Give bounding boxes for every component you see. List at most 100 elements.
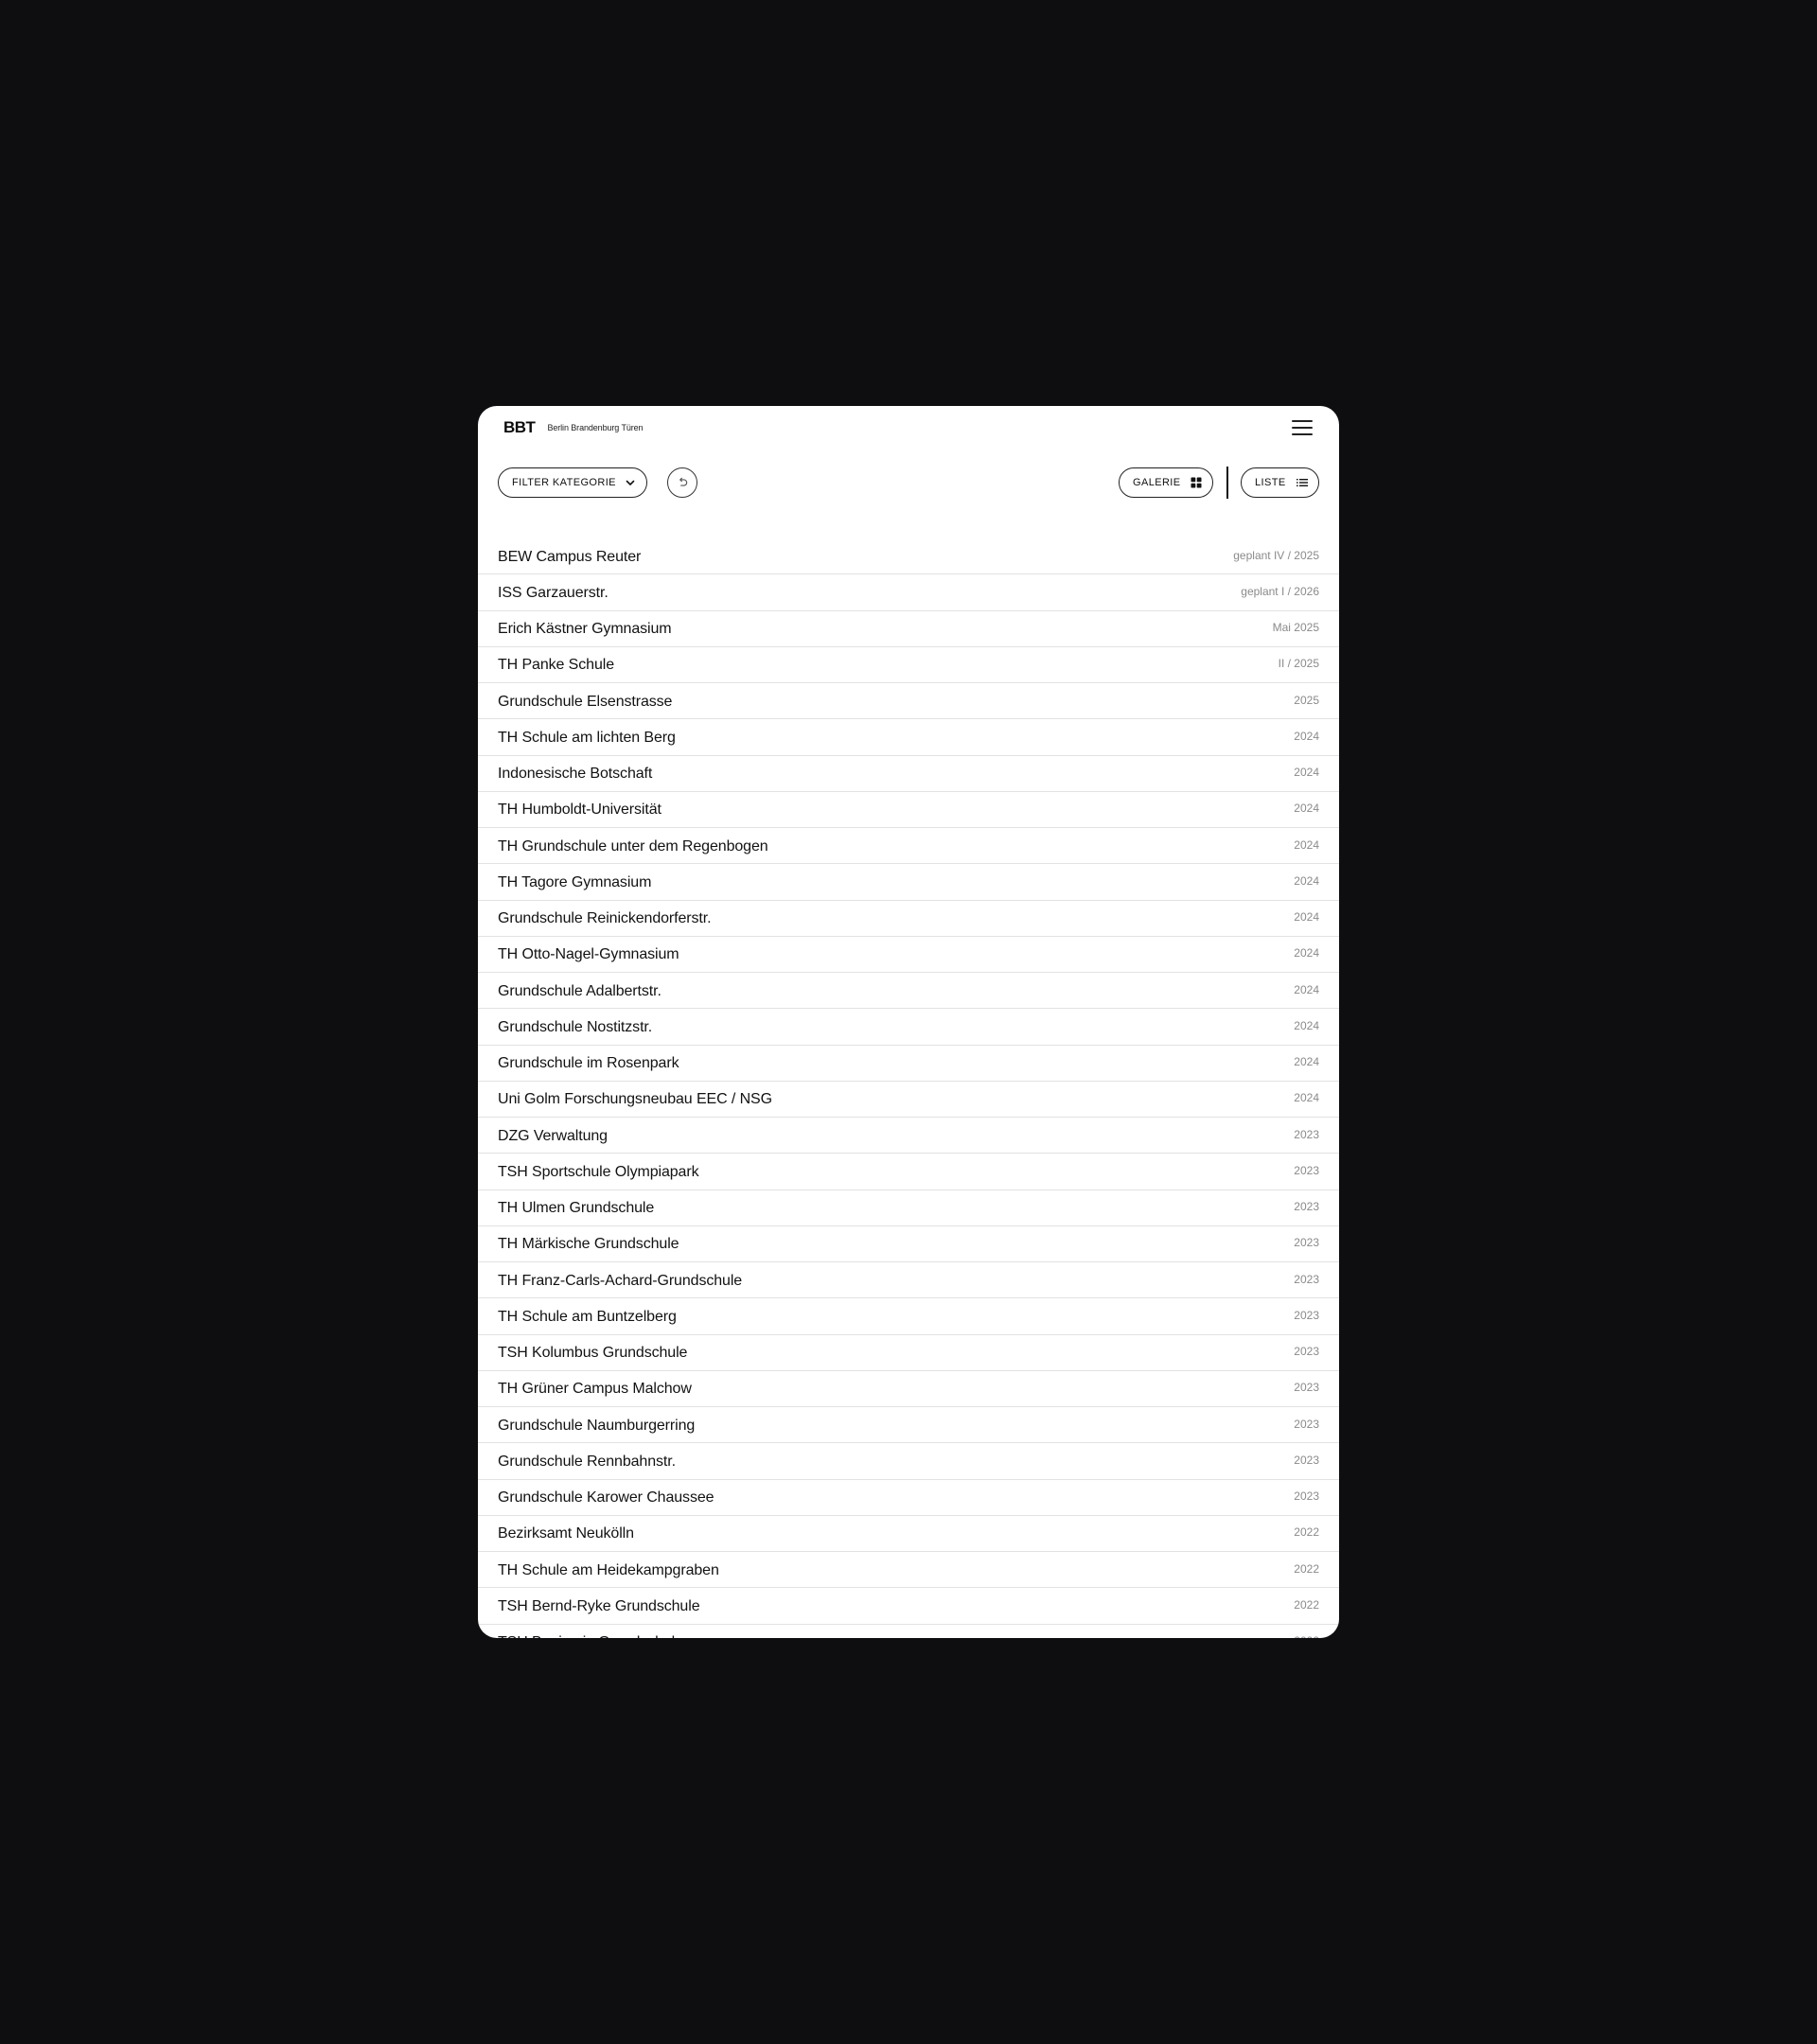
project-date: 2023 xyxy=(1294,1272,1319,1286)
project-row[interactable]: Grundschule Elsenstrasse 2025 xyxy=(478,683,1339,720)
project-row[interactable]: Erich Kästner Gymnasium Mai 2025 xyxy=(478,611,1339,647)
project-title: BEW Campus Reuter xyxy=(498,548,642,565)
project-date: 2024 xyxy=(1294,873,1319,888)
project-row[interactable]: Bezirksamt Neukölln 2022 xyxy=(478,1516,1339,1552)
project-title: TH Panke Schule xyxy=(498,657,615,674)
project-date: 2024 xyxy=(1294,1091,1319,1105)
project-date: 2024 xyxy=(1294,802,1319,816)
project-row[interactable]: Grundschule Nostitzstr. 2024 xyxy=(478,1009,1339,1046)
galerie-view-button[interactable]: GALERIE xyxy=(1119,467,1213,498)
project-row[interactable]: Grundschule Naumburgerring 2023 xyxy=(478,1407,1339,1444)
project-title: TSH Kolumbus Grundschule xyxy=(498,1345,688,1362)
project-row[interactable]: BEW Campus Reuter geplant IV / 2025 xyxy=(478,538,1339,575)
project-date: 2023 xyxy=(1294,1417,1319,1431)
project-title: TH Grundschule unter dem Regenbogen xyxy=(498,837,768,855)
project-row[interactable]: Uni Golm Forschungsneubau EEC / NSG 2024 xyxy=(478,1082,1339,1118)
project-row[interactable]: TH Franz-Carls-Achard-Grundschule 2023 xyxy=(478,1262,1339,1299)
project-row[interactable]: Grundschule Karower Chaussee 2023 xyxy=(478,1480,1339,1516)
project-title: ISS Garzauerstr. xyxy=(498,584,609,601)
project-title: Uni Golm Forschungsneubau EEC / NSG xyxy=(498,1091,772,1108)
project-date: 2022 xyxy=(1294,1525,1319,1540)
project-date: 2023 xyxy=(1294,1200,1319,1214)
project-row[interactable]: TH Schule am lichten Berg 2024 xyxy=(478,719,1339,756)
project-date: 2024 xyxy=(1294,729,1319,743)
project-row[interactable]: TH Schule am Buntzelberg 2023 xyxy=(478,1298,1339,1335)
project-title: TH Schule am lichten Berg xyxy=(498,729,676,746)
project-title: TH Franz-Carls-Achard-Grundschule xyxy=(498,1272,743,1289)
project-title: TH Grüner Campus Malchow xyxy=(498,1381,692,1398)
project-date: 2023 xyxy=(1294,1127,1319,1141)
project-date: 2023 xyxy=(1294,1381,1319,1395)
menu-line xyxy=(1292,420,1313,422)
project-row[interactable]: Grundschule Adalbertstr. 2024 xyxy=(478,973,1339,1010)
project-row[interactable]: TH Ulmen Grundschule 2023 xyxy=(478,1190,1339,1226)
project-row[interactable]: Grundschule im Rosenpark 2024 xyxy=(478,1046,1339,1082)
project-date: 2024 xyxy=(1294,1055,1319,1069)
project-title: Grundschule Adalbertstr. xyxy=(498,982,662,999)
project-title: TH Ulmen Grundschule xyxy=(498,1200,655,1217)
project-row[interactable]: TSH Sportschule Olympiapark 2023 xyxy=(478,1154,1339,1190)
project-date: 2023 xyxy=(1294,1308,1319,1322)
undo-icon xyxy=(679,477,687,486)
hamburger-icon[interactable] xyxy=(1292,417,1313,438)
project-title: TSH Bernd-Ryke Grundschule xyxy=(498,1597,700,1614)
project-date: 2023 xyxy=(1294,1453,1319,1467)
project-row[interactable]: TH Humboldt-Universität 2024 xyxy=(478,792,1339,828)
project-list: BEW Campus Reuter geplant IV / 2025 ISS Ga… xyxy=(478,538,1339,1638)
project-row[interactable]: Grundschule Reinickendorferstr. 2024 xyxy=(478,901,1339,937)
project-title: TSH Sportschule Olympiapark xyxy=(498,1163,699,1180)
project-title: Grundschule im Rosenpark xyxy=(498,1055,679,1072)
project-title: TSH Benjamin Grundschule xyxy=(498,1634,683,1638)
logo[interactable]: BBT xyxy=(503,418,536,437)
project-row[interactable]: Indonesische Botschaft 2024 xyxy=(478,756,1339,792)
liste-view-button[interactable]: LISTE xyxy=(1241,467,1319,498)
project-date: 2023 xyxy=(1294,1236,1319,1250)
project-row[interactable]: TSH Bernd-Ryke Grundschule 2022 xyxy=(478,1588,1339,1625)
filter-category-label: FILTER KATEGORIE xyxy=(512,477,616,488)
project-row[interactable]: TSH Kolumbus Grundschule 2023 xyxy=(478,1335,1339,1371)
project-date: 2023 xyxy=(1294,1489,1319,1504)
project-date: II / 2025 xyxy=(1278,657,1319,671)
menu-line xyxy=(1292,433,1313,435)
site-header: BBT Berlin Brandenburg Türen xyxy=(478,406,1339,449)
project-title: Grundschule Rennbahnstr. xyxy=(498,1453,676,1470)
project-title: TH Schule am Buntzelberg xyxy=(498,1308,677,1325)
project-row[interactable]: TH Otto-Nagel-Gymnasium 2024 xyxy=(478,937,1339,973)
project-date: 2024 xyxy=(1294,946,1319,960)
filter-category-button[interactable]: FILTER KATEGORIE xyxy=(498,467,647,498)
project-row[interactable]: Grundschule Rennbahnstr. 2023 xyxy=(478,1443,1339,1480)
project-date: 2024 xyxy=(1294,982,1319,996)
project-title: DZG Verwaltung xyxy=(498,1127,608,1144)
project-title: TH Otto-Nagel-Gymnasium xyxy=(498,946,679,963)
project-date: 2023 xyxy=(1294,1163,1319,1177)
project-title: Erich Kästner Gymnasium xyxy=(498,621,672,638)
project-row[interactable]: TH Grundschule unter dem Regenbogen 2024 xyxy=(478,828,1339,865)
project-row[interactable]: TH Schule am Heidekampgraben 2022 xyxy=(478,1552,1339,1589)
reset-filter-button[interactable] xyxy=(667,467,697,498)
project-date: geplant I / 2026 xyxy=(1241,584,1319,598)
project-row[interactable]: TH Tagore Gymnasium 2024 xyxy=(478,864,1339,901)
project-row[interactable]: DZG Verwaltung 2023 xyxy=(478,1118,1339,1154)
project-title: Grundschule Reinickendorferstr. xyxy=(498,910,712,927)
project-title: Grundschule Karower Chaussee xyxy=(498,1489,714,1507)
project-title: Indonesische Botschaft xyxy=(498,766,653,783)
project-row[interactable]: TSH Benjamin Grundschule 2022 xyxy=(478,1625,1339,1638)
project-title: Bezirksamt Neukölln xyxy=(498,1525,634,1542)
view-switcher: GALERIE LISTE xyxy=(1119,467,1319,499)
project-row[interactable]: TH Panke Schule II / 2025 xyxy=(478,647,1339,683)
project-row[interactable]: TH Grüner Campus Malchow 2023 xyxy=(478,1371,1339,1407)
menu-line xyxy=(1292,427,1313,429)
project-date: 2022 xyxy=(1294,1634,1319,1638)
list-icon xyxy=(1296,479,1308,486)
project-title: TH Tagore Gymnasium xyxy=(498,873,652,890)
project-date: 2024 xyxy=(1294,837,1319,852)
project-title: TH Humboldt-Universität xyxy=(498,802,662,819)
project-date: 2024 xyxy=(1294,1018,1319,1032)
project-row[interactable]: ISS Garzauerstr. geplant I / 2026 xyxy=(478,574,1339,611)
project-row[interactable]: TH Märkische Grundschule 2023 xyxy=(478,1226,1339,1262)
toolbar: FILTER KATEGORIE GALERIE LISTE xyxy=(498,467,1319,499)
project-title: Grundschule Nostitzstr. xyxy=(498,1018,653,1035)
project-date: 2024 xyxy=(1294,910,1319,925)
project-title: Grundschule Naumburgerring xyxy=(498,1417,696,1434)
project-date: 2022 xyxy=(1294,1561,1319,1576)
